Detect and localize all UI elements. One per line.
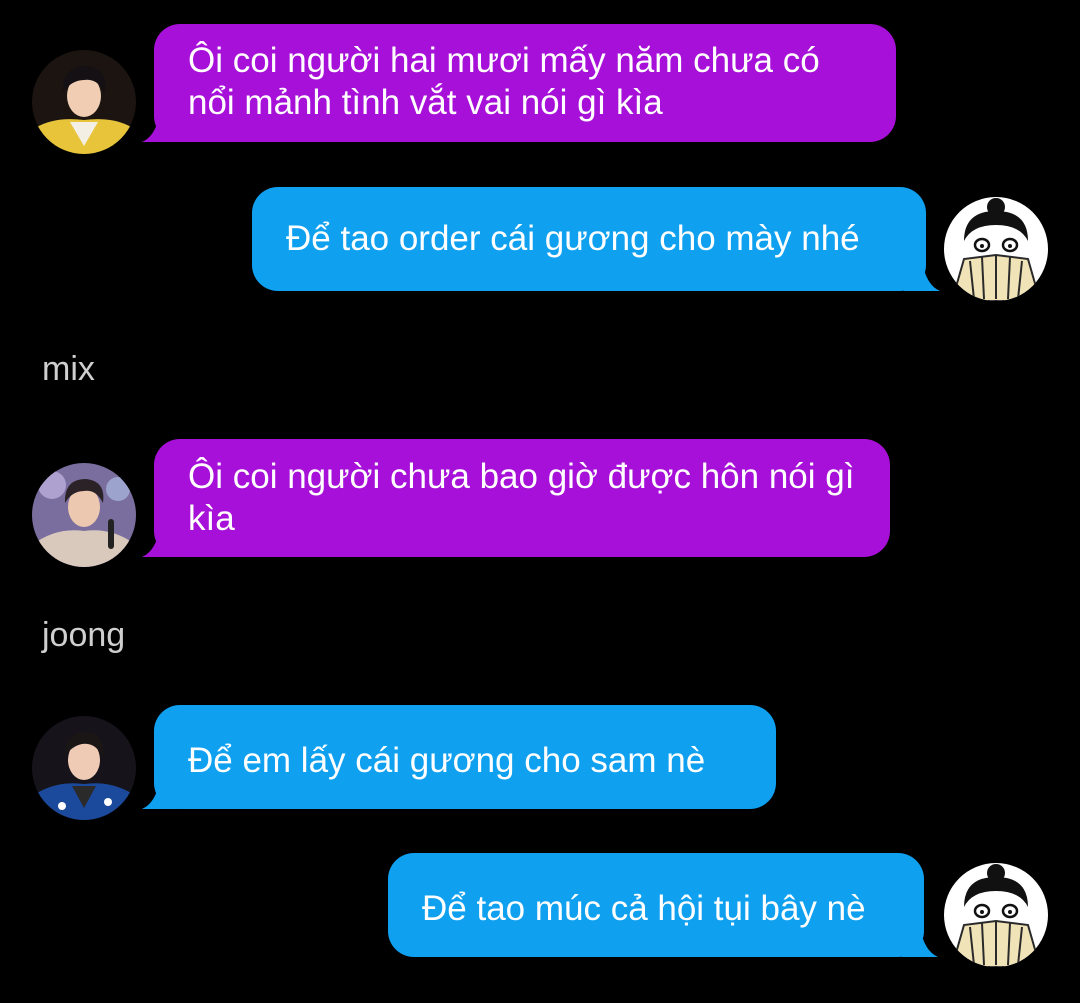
sender-name: mix bbox=[42, 350, 95, 388]
male-idol-yellow-jacket-avatar[interactable] bbox=[32, 50, 136, 154]
message-text: Ôi coi người chưa bao giờ được hôn nói g… bbox=[188, 457, 855, 538]
bubble-tail bbox=[902, 927, 938, 957]
bubble-tail bbox=[142, 779, 178, 809]
message-text: Để tao order cái gương cho mày nhé bbox=[286, 219, 860, 258]
bubble-tail bbox=[142, 527, 178, 557]
male-idol-microphone-avatar[interactable] bbox=[32, 463, 136, 567]
message-bubble[interactable]: Ôi coi người hai mươi mấy năm chưa có nổ… bbox=[142, 24, 896, 142]
message-text: Để em lấy cái gương cho sam nè bbox=[188, 741, 706, 780]
sender-name: joong bbox=[42, 616, 126, 654]
message-bubble[interactable]: Để tao múc cả hội tụi bây nè bbox=[388, 853, 938, 957]
message-bubble[interactable]: Để tao order cái gương cho mày nhé bbox=[252, 187, 940, 291]
bubble-tail bbox=[904, 261, 940, 291]
message-bubble[interactable]: Ôi coi người chưa bao giờ được hôn nói g… bbox=[142, 439, 890, 557]
cartoon-girl-with-fan-avatar[interactable] bbox=[944, 863, 1048, 967]
message-text: Ôi coi người hai mươi mấy năm chưa có nổ… bbox=[188, 41, 820, 122]
message-bubble[interactable]: Để em lấy cái gương cho sam nè bbox=[142, 705, 776, 809]
male-idol-blue-shirt-avatar[interactable] bbox=[32, 716, 136, 820]
message-text: Để tao múc cả hội tụi bây nè bbox=[422, 889, 866, 928]
cartoon-girl-with-fan-avatar[interactable] bbox=[944, 197, 1048, 301]
bubble-tail bbox=[142, 112, 178, 142]
